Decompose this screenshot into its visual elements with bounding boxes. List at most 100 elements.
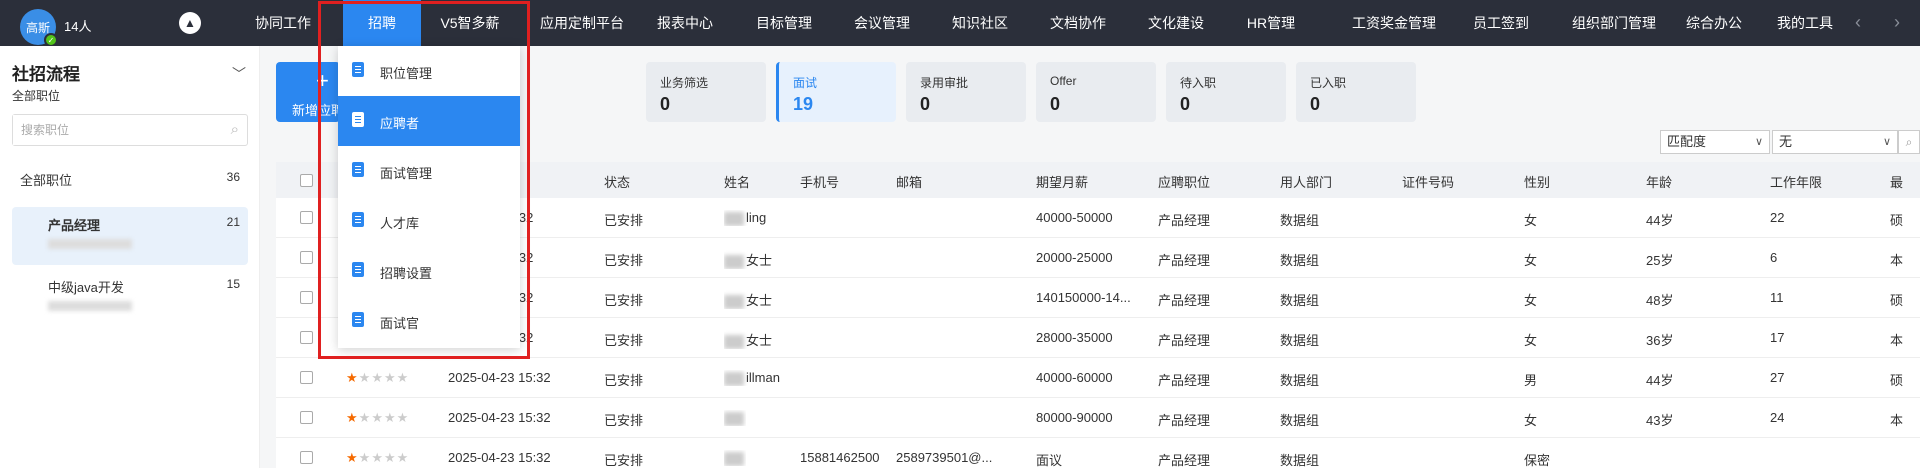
column-header[interactable]: 状态: [604, 172, 630, 191]
table-row[interactable]: ★★★★★ 2025-04-23 15:32 已安排 15881462500 25897…: [276, 438, 1920, 468]
dropdown-item[interactable]: 招聘设置: [338, 246, 520, 296]
column-header[interactable]: 应聘职位: [1158, 172, 1210, 191]
row-checkbox[interactable]: [300, 251, 313, 264]
row-checkbox[interactable]: [300, 371, 313, 384]
cell-years: 24: [1770, 410, 1785, 425]
nav-item[interactable]: 应用定制平台: [523, 0, 641, 46]
applicant-name[interactable]: illman: [724, 370, 780, 386]
column-header[interactable]: 手机号: [800, 172, 839, 191]
row-checkbox[interactable]: [300, 411, 313, 424]
row-checkbox[interactable]: [300, 331, 313, 344]
logo-icon[interactable]: ▲: [179, 12, 201, 34]
column-header[interactable]: 最: [1890, 172, 1903, 191]
applicant-name[interactable]: [724, 410, 746, 426]
nav-item[interactable]: 文化建设: [1130, 0, 1222, 46]
row-checkbox[interactable]: [300, 291, 313, 304]
table-row[interactable]: ★★★★★5:32已安排女士20000-25000产品经理数据组女25岁6本: [276, 238, 1920, 278]
stage-card[interactable]: 录用审批 0: [906, 62, 1026, 122]
nav-item[interactable]: 目标管理: [738, 0, 830, 46]
nav-item[interactable]: 文档协作: [1032, 0, 1124, 46]
column-header[interactable]: 证件号码: [1402, 172, 1454, 191]
row-checkbox[interactable]: [300, 451, 313, 464]
filter-select[interactable]: 无 ∨: [1772, 130, 1898, 154]
table-row[interactable]: ★★★★★5:32已安排女士28000-35000产品经理数据组女36岁17本: [276, 318, 1920, 358]
cell-age: 36岁: [1646, 333, 1674, 348]
column-header[interactable]: 工作年限: [1770, 172, 1822, 191]
row-checkbox[interactable]: [300, 211, 313, 224]
nav-item[interactable]: 组织部门管理: [1550, 0, 1678, 46]
nav-item[interactable]: 工资奖金管理: [1330, 0, 1458, 46]
applicant-name[interactable]: ling: [724, 210, 766, 226]
table-row[interactable]: ★★★★★5:32已安排女士140150000-14...产品经理数据组女48岁…: [276, 278, 1920, 318]
cell-status: 已安排: [604, 373, 644, 388]
cell-years: 6: [1770, 250, 1778, 265]
nav-item[interactable]: V5智多薪: [421, 0, 519, 46]
nav-item[interactable]: 招聘: [343, 0, 421, 46]
dropdown-item[interactable]: 人才库: [338, 196, 520, 246]
star-icon: ★: [358, 370, 372, 385]
blurred-text: [724, 294, 744, 309]
add-applicant-button[interactable]: + 新增应聘者: [276, 62, 357, 122]
sort-select[interactable]: 匹配度 ∨: [1660, 130, 1770, 154]
stage-label: 业务筛选: [660, 76, 709, 90]
plus-icon: +: [316, 68, 329, 93]
document-icon: [352, 262, 364, 277]
sidebar-item-position[interactable]: 中级java开发 15: [12, 269, 248, 327]
stage-card[interactable]: 已入职 0: [1296, 62, 1416, 122]
dropdown-item[interactable]: 面试管理: [338, 146, 520, 196]
table-row[interactable]: ★★★★★5:32已安排ling40000-50000产品经理数据组女44岁22…: [276, 198, 1920, 238]
table-row[interactable]: ★★★★★ 2025-04-23 15:32 已安排 80000-90000 产品经理数…: [276, 398, 1920, 438]
stage-card[interactable]: 待入职 0: [1166, 62, 1286, 122]
star-icon: ★: [358, 410, 372, 425]
dropdown-item[interactable]: 应聘者: [338, 96, 520, 146]
column-header[interactable]: 邮箱: [896, 172, 922, 191]
select-all-checkbox[interactable]: [300, 174, 313, 187]
search-icon[interactable]: ⌕: [1898, 130, 1920, 154]
stage-count: 0: [1050, 94, 1061, 114]
column-header[interactable]: 性别: [1524, 172, 1550, 191]
sidebar-item-all-positions[interactable]: 全部职位 36: [12, 162, 248, 192]
applicant-name[interactable]: [724, 450, 746, 466]
column-header[interactable]: 期望月薪: [1036, 172, 1088, 191]
nav-item[interactable]: 知识社区: [934, 0, 1026, 46]
cell-dept: 数据组: [1280, 453, 1320, 468]
rating-stars[interactable]: ★★★★★: [346, 450, 409, 466]
rating-stars[interactable]: ★★★★★: [346, 410, 409, 426]
stage-card[interactable]: Offer 0: [1036, 62, 1156, 122]
chevron-left-icon[interactable]: ‹: [1855, 12, 1861, 32]
stage-card[interactable]: 业务筛选 0: [646, 62, 766, 122]
column-header[interactable]: 姓名: [724, 172, 750, 191]
cell-status: 已安排: [604, 413, 644, 428]
position-search: ⌕: [12, 114, 248, 146]
blurred-text: [724, 371, 744, 386]
dropdown-item[interactable]: 职位管理: [338, 46, 520, 96]
avatar[interactable]: 高斯 ✓: [20, 9, 58, 47]
dropdown-item[interactable]: 面试官: [338, 296, 520, 346]
nav-item[interactable]: 会议管理: [836, 0, 928, 46]
dropdown-item-label: 面试官: [380, 316, 420, 331]
applicant-name[interactable]: 女士: [724, 290, 772, 309]
sidebar-item-position[interactable]: 产品经理 21: [12, 207, 248, 265]
nav-item[interactable]: 报表中心: [645, 0, 725, 46]
stage-card[interactable]: 面试 19: [776, 62, 896, 122]
nav-item[interactable]: HR管理: [1225, 0, 1317, 46]
cell-age: 44岁: [1646, 213, 1674, 228]
apply-time: 2025-04-23 15:32: [448, 410, 551, 425]
chevron-right-icon[interactable]: ›: [1894, 12, 1900, 32]
applicant-name[interactable]: 女士: [724, 250, 772, 269]
table-row[interactable]: ★★★★★ 2025-04-23 15:32 已安排 illman 40000-6000…: [276, 358, 1920, 398]
column-header[interactable]: 用人部门: [1280, 172, 1332, 191]
stage-count: 0: [920, 94, 931, 114]
rating-stars[interactable]: ★★★★★: [346, 370, 409, 386]
column-header[interactable]: 年龄: [1646, 172, 1672, 191]
online-check-icon: ✓: [44, 33, 58, 47]
nav-item[interactable]: 员工签到: [1455, 0, 1547, 46]
cell-last: 硕: [1890, 373, 1904, 388]
chevron-down-icon[interactable]: ﹀: [232, 64, 246, 84]
search-icon[interactable]: ⌕: [231, 121, 239, 138]
apply-time: 2025-04-23 15:32: [448, 450, 551, 465]
position-search-input[interactable]: [13, 115, 213, 145]
applicant-name[interactable]: 女士: [724, 330, 772, 349]
nav-item[interactable]: 综合办公: [1670, 0, 1758, 46]
nav-item[interactable]: 协同工作: [249, 0, 317, 46]
